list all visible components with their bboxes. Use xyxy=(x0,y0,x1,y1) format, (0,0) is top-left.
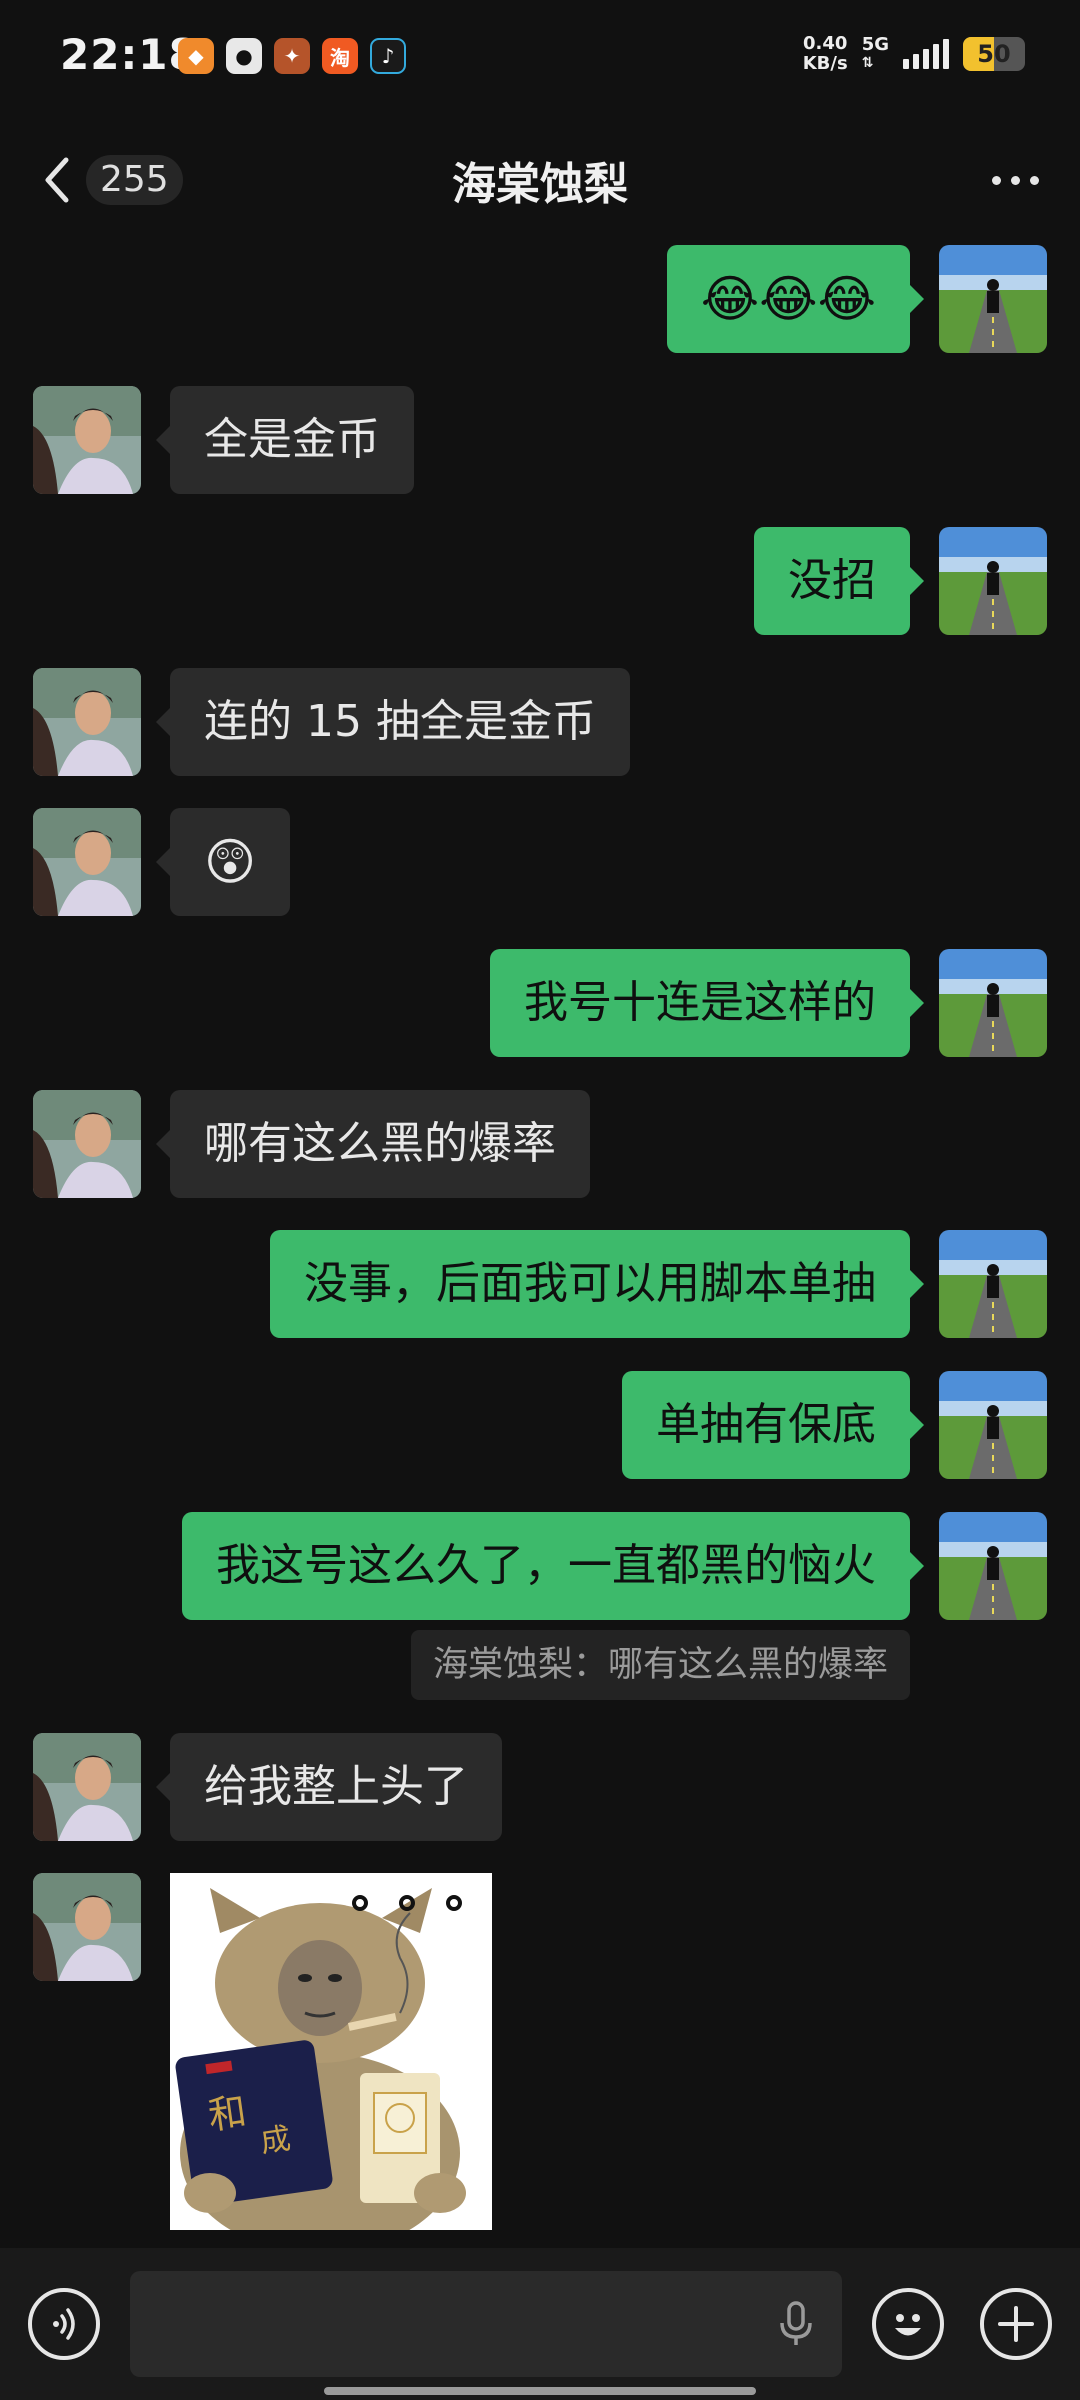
orange-app-icon: ◆ xyxy=(178,38,214,74)
message-row: 单抽有保底 xyxy=(0,1371,1080,1479)
home-indicator[interactable] xyxy=(324,2387,756,2395)
cat-meme-sticker[interactable]: 和 成 xyxy=(170,1873,492,2230)
message-bubble-sent[interactable]: 我号十连是这样的 xyxy=(490,949,924,1057)
message-row: 连的 15 抽全是金币 xyxy=(0,668,1080,776)
contact-avatar[interactable] xyxy=(33,1873,141,1981)
more-dot-icon xyxy=(1010,175,1020,185)
message-row: 😂😂😂 xyxy=(0,245,1080,353)
more-dot-icon xyxy=(991,175,1001,185)
message-row: 给我整上头了 xyxy=(0,1733,1080,1841)
contact-avatar[interactable] xyxy=(33,1090,141,1198)
plus-button[interactable] xyxy=(980,2288,1052,2360)
message-bubble-received[interactable]: 给我整上头了 xyxy=(156,1733,502,1841)
tiktok-icon: ♪ xyxy=(370,38,406,74)
my-avatar[interactable] xyxy=(939,1230,1047,1338)
my-avatar[interactable] xyxy=(939,1512,1047,1620)
message-input[interactable] xyxy=(130,2271,842,2377)
signal-icon xyxy=(903,39,949,69)
message-row: 没事，后面我可以用脚本单抽 xyxy=(0,1230,1080,1338)
message-row: 我号十连是这样的 xyxy=(0,949,1080,1057)
message-bubble-received[interactable]: 连的 15 抽全是金币 xyxy=(156,668,630,776)
message-bubble-sent[interactable]: 我这号这么久了，一直都黑的恼火 xyxy=(182,1512,924,1620)
status-bar: 22:18 ◆ ● ✦ 淘 ♪ 0.40 KB/s 5G ⇅ 50 xyxy=(0,0,1080,115)
battery-level: 50 xyxy=(977,40,1011,68)
my-avatar[interactable] xyxy=(939,527,1047,635)
message-row: 哪有这么黑的爆率 xyxy=(0,1090,1080,1198)
more-dot-icon xyxy=(1029,175,1039,185)
message-row: 我这号这么久了，一直都黑的恼火 xyxy=(0,1512,1080,1620)
contact-avatar[interactable] xyxy=(33,386,141,494)
svg-text:成: 成 xyxy=(258,2121,293,2160)
my-avatar[interactable] xyxy=(939,1371,1047,1479)
message-bubble-sent[interactable]: 单抽有保底 xyxy=(622,1371,924,1479)
contact-avatar[interactable] xyxy=(33,1733,141,1841)
battery-icon: 50 xyxy=(963,37,1025,71)
message-bubble-sent[interactable]: 没事，后面我可以用脚本单抽 xyxy=(270,1230,924,1338)
input-bar xyxy=(0,2248,1080,2400)
mic-icon xyxy=(780,2301,812,2345)
more-options-button[interactable] xyxy=(980,160,1050,200)
message-bubble-sent[interactable]: 没招 xyxy=(754,527,924,635)
my-avatar[interactable] xyxy=(939,949,1047,1057)
svg-text:和: 和 xyxy=(206,2089,250,2138)
voice-toggle-button[interactable] xyxy=(28,2288,100,2360)
network-type: 5G ⇅ xyxy=(861,34,889,72)
message-row: 😲 xyxy=(0,808,1080,916)
emoji-button[interactable] xyxy=(872,2288,944,2360)
taobao-icon: 淘 xyxy=(322,38,358,74)
message-bubble-received[interactable]: 😲 xyxy=(155,808,291,916)
emoji-icon xyxy=(895,2314,921,2336)
chat-header: 255 海棠蚀梨 xyxy=(0,130,1080,230)
plus-icon xyxy=(998,2306,1034,2342)
message-bubble-sent[interactable]: 😂😂😂 xyxy=(666,245,925,353)
message-bubble-received[interactable]: 哪有这么黑的爆率 xyxy=(156,1090,590,1198)
notification-icons: ◆ ● ✦ 淘 ♪ xyxy=(178,38,406,74)
game-hero-icon: ✦ xyxy=(274,38,310,74)
message-bubble-received[interactable]: 全是金币 xyxy=(156,386,414,494)
message-row: 全是金币 xyxy=(0,386,1080,494)
voice-icon xyxy=(53,2308,75,2340)
contact-avatar[interactable] xyxy=(33,668,141,776)
mic-button[interactable] xyxy=(776,2299,816,2349)
network-speed: 0.40 KB/s xyxy=(802,33,848,74)
qq-penguin-icon: ● xyxy=(226,38,262,74)
quoted-message[interactable]: 海棠蚀梨：哪有这么黑的爆率 xyxy=(410,1630,910,1700)
message-row: 没招 xyxy=(0,527,1080,635)
contact-avatar[interactable] xyxy=(33,808,141,916)
my-avatar[interactable] xyxy=(939,245,1047,353)
chat-title: 海棠蚀梨 xyxy=(452,159,628,210)
